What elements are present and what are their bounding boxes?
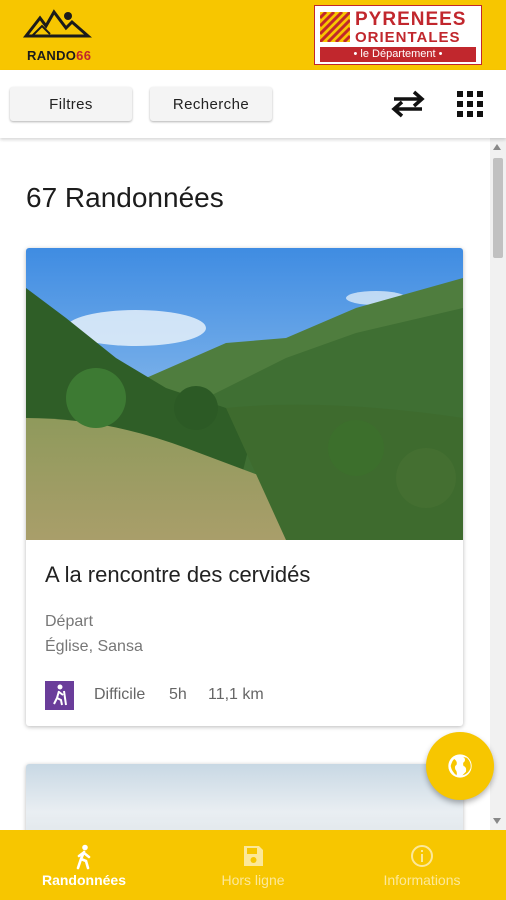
search-button[interactable]: Recherche	[150, 87, 272, 121]
hike-count-title: 67 Randonnées	[26, 182, 224, 213]
catalan-flag-icon	[320, 12, 350, 42]
rando66-logo: RANDO66	[22, 6, 92, 66]
scrollbar-thumb[interactable]	[493, 158, 503, 258]
nav-hors-ligne[interactable]: Hors ligne	[169, 830, 337, 900]
nav-randonnees[interactable]: Randonnées	[0, 830, 168, 900]
nav-label: Randonnées	[41, 872, 126, 888]
difficulty-hiker-icon	[45, 681, 74, 710]
app-header: RANDO66 PYRENEES ORIENTALES • le Départe…	[0, 0, 506, 70]
info-icon	[411, 845, 433, 867]
depart-label: Départ	[45, 613, 94, 630]
logo-brand-text: RANDO66	[27, 48, 92, 63]
hike-list: 67 Randonnées A la rencontre des cervidé…	[0, 138, 490, 830]
globe-icon	[448, 754, 472, 778]
logo-line1: PYRENEES	[355, 9, 467, 30]
hike-card[interactable]: A la rencontre des cervidés Départ Églis…	[26, 248, 463, 726]
swap-horizontal-icon[interactable]	[388, 88, 428, 118]
mountain-logo-icon	[22, 9, 92, 38]
difficulty-text: Difficile	[94, 686, 146, 703]
save-icon	[244, 846, 263, 866]
toolbar: Filtres Recherche	[0, 70, 506, 138]
hike-title: A la rencontre des cervidés	[45, 562, 311, 587]
scroll-up-arrow-icon[interactable]	[493, 144, 501, 150]
nav-label: Hors ligne	[221, 872, 285, 888]
grid-view-icon[interactable]	[456, 90, 484, 118]
distance-text: 11,1 km	[208, 686, 264, 703]
depart-value: Église, Sansa	[45, 638, 143, 655]
bottom-navigation: Randonnées Hors ligne Informations	[0, 830, 506, 900]
logo-line2: ORIENTALES	[355, 29, 461, 46]
nav-label: Informations	[383, 872, 461, 888]
scroll-down-arrow-icon[interactable]	[493, 818, 501, 824]
hiker-icon	[76, 844, 91, 870]
pyrenees-orientales-logo: PYRENEES ORIENTALES • le Département •	[314, 5, 482, 65]
filters-button[interactable]: Filtres	[10, 87, 132, 121]
nav-informations[interactable]: Informations	[338, 830, 506, 900]
hike-card-next[interactable]	[26, 764, 463, 830]
map-view-button[interactable]	[426, 732, 494, 800]
duration-text: 5h	[169, 686, 187, 703]
hike-photo	[26, 248, 463, 540]
scrollbar[interactable]	[490, 138, 506, 830]
logo-line3: • le Département •	[320, 47, 476, 62]
